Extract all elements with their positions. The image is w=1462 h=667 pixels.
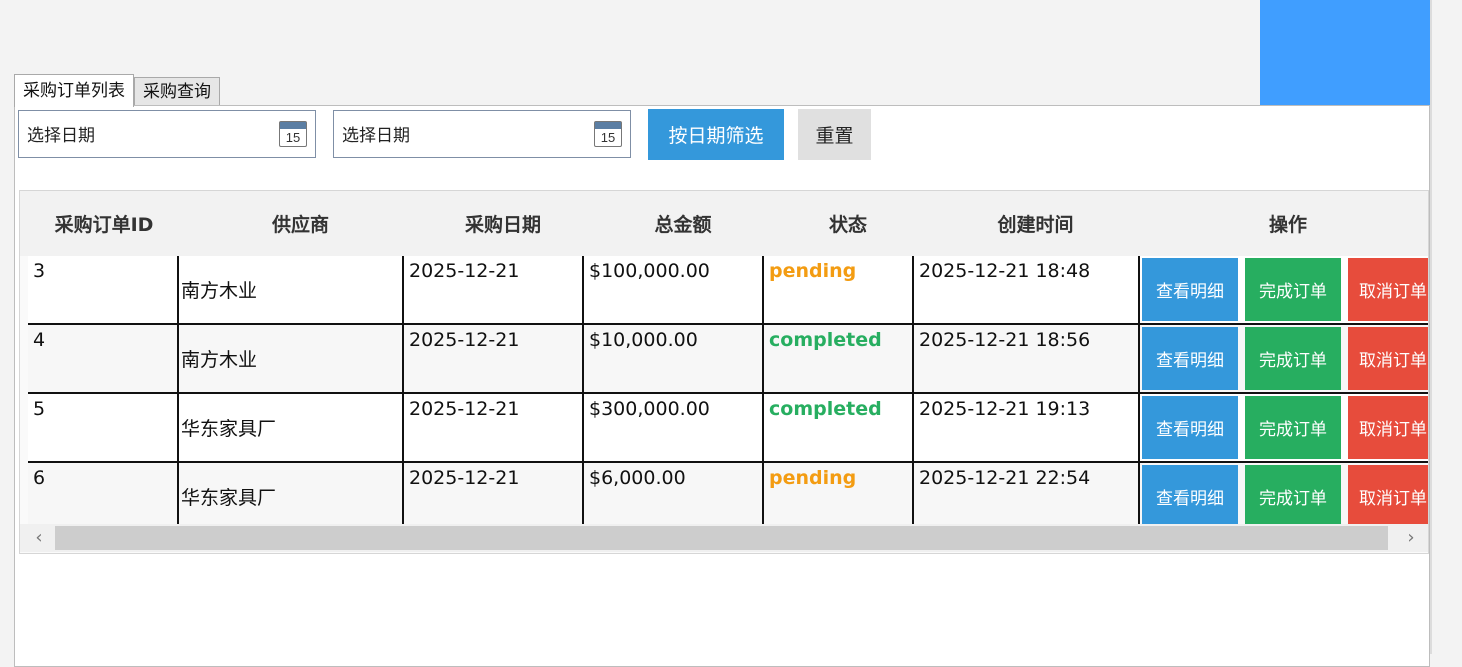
cell-status: completed [764,394,914,461]
table-row[interactable]: 5 华东家具厂 2025-12-21 $300,000.00 completed… [28,394,1428,463]
header-purchase-date[interactable]: 采购日期 [413,191,593,256]
cell-actions: 查看明细 完成订单 取消订单 [1140,256,1428,323]
cell-actions: 查看明细 完成订单 取消订单 [1140,325,1428,392]
calendar-icon-header [595,122,621,129]
cell-total-amount: $6,000.00 [584,463,764,530]
view-details-button[interactable]: 查看明细 [1142,258,1238,321]
cell-purchase-date: 2025-12-21 [404,256,584,323]
scroll-left-icon[interactable]: ‹ [24,526,54,550]
header-status[interactable]: 状态 [773,191,923,256]
complete-order-button[interactable]: 完成订单 [1245,327,1341,390]
cell-order-id: 5 [28,394,179,461]
cell-order-id: 4 [28,325,179,392]
table-row[interactable]: 4 南方木业 2025-12-21 $10,000.00 completed 2… [28,325,1428,394]
complete-order-button[interactable]: 完成订单 [1245,396,1341,459]
cell-created-time: 2025-12-21 18:56 [914,325,1140,392]
filter-by-date-button[interactable]: 按日期筛选 [648,109,784,160]
cell-status: pending [764,463,914,530]
end-date-picker[interactable]: 15 [333,110,631,158]
tab-bar: 采购订单列表 采购查询 [14,73,220,107]
cell-created-time: 2025-12-21 19:13 [914,394,1140,461]
cell-actions: 查看明细 完成订单 取消订单 [1140,394,1428,461]
cell-purchase-date: 2025-12-21 [404,463,584,530]
complete-order-button[interactable]: 完成订单 [1245,258,1341,321]
grid-header: 采购订单ID 供应商 采购日期 总金额 状态 创建时间 操作 [20,191,1428,256]
tab-content-panel: 15 15 按日期筛选 重置 采购订单ID 供应商 采购日期 总金额 状态 创建… [14,105,1430,667]
cancel-order-button[interactable]: 取消订单 [1348,327,1428,390]
cell-created-time: 2025-12-21 22:54 [914,463,1140,530]
cell-order-id: 3 [28,256,179,323]
cell-total-amount: $300,000.00 [584,394,764,461]
view-details-button[interactable]: 查看明细 [1142,465,1238,528]
tab-purchase-order-list[interactable]: 采购订单列表 [14,74,134,107]
horizontal-scrollbar[interactable]: ‹ › [20,524,1428,552]
header-created-time[interactable]: 创建时间 [923,191,1148,256]
cell-supplier: 华东家具厂 [179,394,404,461]
calendar-icon[interactable]: 15 [594,121,622,147]
scroll-right-icon[interactable]: › [1396,526,1426,550]
cancel-order-button[interactable]: 取消订单 [1348,396,1428,459]
cell-supplier: 南方木业 [179,256,404,323]
accent-block [1260,0,1431,105]
cell-status: completed [764,325,914,392]
header-order-id[interactable]: 采购订单ID [20,191,188,256]
calendar-icon-day: 15 [600,130,616,145]
start-date-picker[interactable]: 15 [18,110,316,158]
tab-purchase-query[interactable]: 采购查询 [134,77,220,106]
scrollbar-thumb[interactable] [55,526,1388,550]
calendar-icon[interactable]: 15 [279,121,307,147]
reset-button[interactable]: 重置 [798,109,871,160]
cell-supplier: 华东家具厂 [179,463,404,530]
cell-total-amount: $10,000.00 [584,325,764,392]
complete-order-button[interactable]: 完成订单 [1245,465,1341,528]
start-date-input[interactable] [25,122,269,150]
cell-purchase-date: 2025-12-21 [404,325,584,392]
cell-actions: 查看明细 完成订单 取消订单 [1140,463,1428,530]
calendar-icon-day: 15 [285,130,301,145]
header-actions: 操作 [1268,214,1307,236]
view-details-button[interactable]: 查看明细 [1142,327,1238,390]
end-date-input[interactable] [340,122,584,150]
cell-supplier: 南方木业 [179,325,404,392]
calendar-icon-header [280,122,306,129]
cell-order-id: 6 [28,463,179,530]
view-details-button[interactable]: 查看明细 [1142,396,1238,459]
header-total-amount[interactable]: 总金额 [593,191,773,256]
cell-status: pending [764,256,914,323]
table-row[interactable]: 6 华东家具厂 2025-12-21 $6,000.00 pending 202… [28,463,1428,532]
grid-body: 3 南方木业 2025-12-21 $100,000.00 pending 20… [28,256,1428,532]
window-edge [1430,0,1432,654]
cell-total-amount: $100,000.00 [584,256,764,323]
cell-purchase-date: 2025-12-21 [404,394,584,461]
header-supplier[interactable]: 供应商 [188,191,413,256]
cell-created-time: 2025-12-21 18:48 [914,256,1140,323]
cancel-order-button[interactable]: 取消订单 [1348,465,1428,528]
cancel-order-button[interactable]: 取消订单 [1348,258,1428,321]
table-row[interactable]: 3 南方木业 2025-12-21 $100,000.00 pending 20… [28,256,1428,325]
purchase-order-grid: 采购订单ID 供应商 采购日期 总金额 状态 创建时间 操作 3 南方木业 20… [19,190,1429,554]
